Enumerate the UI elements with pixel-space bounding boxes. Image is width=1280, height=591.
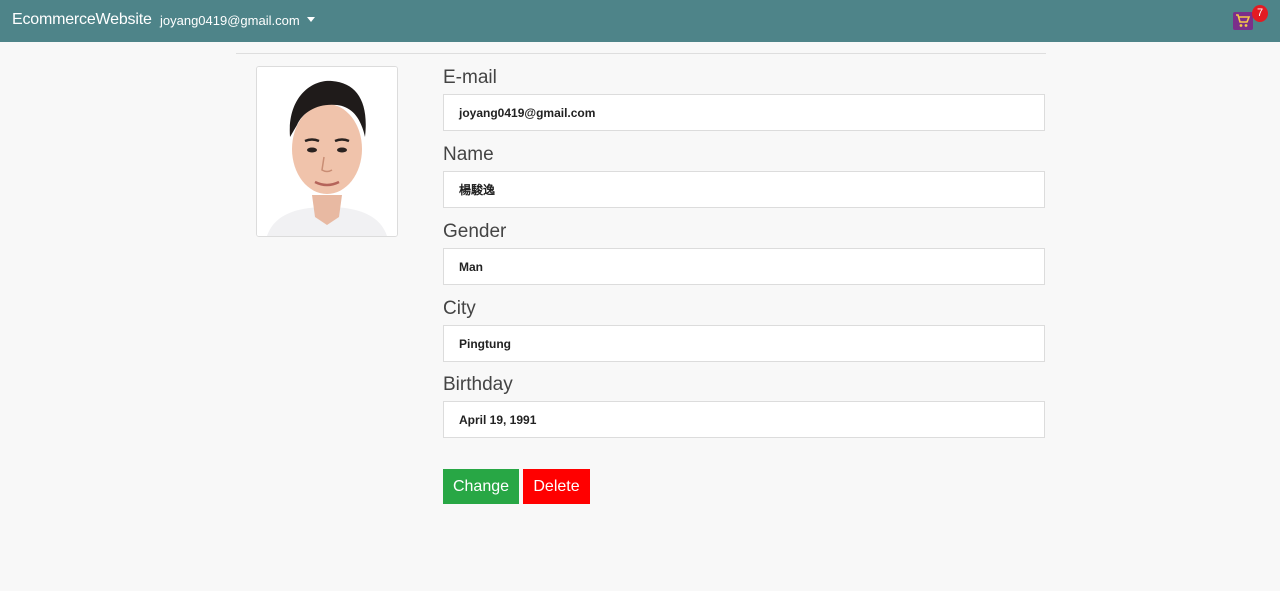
email-field[interactable]: joyang0419@gmail.com [443,94,1045,131]
name-label: Name [443,144,494,165]
city-label: City [443,298,476,319]
delete-button[interactable]: Delete [523,469,590,504]
birthday-label: Birthday [443,374,513,395]
birthday-field[interactable]: April 19, 1991 [443,401,1045,438]
email-label: E-mail [443,67,497,88]
change-button[interactable]: Change [443,469,519,504]
user-email: joyang0419@gmail.com [160,13,300,28]
profile-photo [256,66,398,237]
gender-label: Gender [443,221,507,242]
brand-link[interactable]: EcommerceWebsite [12,11,152,29]
divider [236,53,1046,54]
name-field[interactable]: 楊駿逸 [443,171,1045,208]
chevron-down-icon [306,17,315,23]
shopping-cart-icon[interactable] [1233,12,1253,30]
user-dropdown[interactable]: joyang0419@gmail.com [160,13,315,28]
city-field[interactable]: Pingtung [443,325,1045,362]
gender-field[interactable]: Man [443,248,1045,285]
top-navbar: EcommerceWebsite joyang0419@gmail.com 7 [0,0,1280,42]
cart-count-badge: 7 [1252,5,1268,22]
